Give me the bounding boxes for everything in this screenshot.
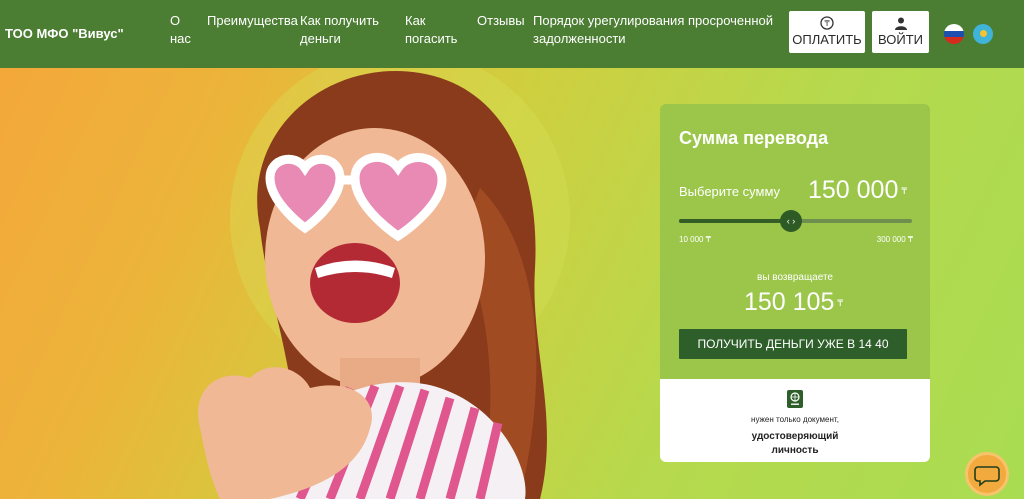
selected-amount-value: 150 000 (808, 176, 899, 204)
get-money-button[interactable]: ПОЛУЧИТЬ ДЕНЬГИ УЖЕ В 14 40 (679, 329, 907, 359)
nav-how-to-repay-line1: Как (405, 13, 426, 28)
nav-how-to-get-line2: деньги (300, 31, 341, 46)
nav-reviews[interactable]: Отзывы (477, 12, 525, 30)
pay-button[interactable]: ₸ ОПЛАТИТЬ (789, 11, 865, 53)
loan-calculator-card: Сумма перевода Выберите сумму 150 000 ₸ ‹… (660, 104, 930, 462)
document-required: удостоверяющий личность (660, 430, 930, 458)
chat-button[interactable] (965, 452, 1009, 496)
nav-reviews-line1: Отзывы (477, 13, 525, 28)
passport-icon (787, 390, 803, 408)
nav-overdue-debt-line1: Порядок урегулирования просроченной (533, 13, 773, 28)
nav-advantages-line1: Преимущества (207, 13, 298, 28)
site-header: ТОО МФО "Вивус" О нас Преимущества Как п… (0, 0, 1024, 68)
login-button-label: ВОЙТИ (878, 32, 923, 47)
return-amount: 150 105 ₸ (744, 288, 843, 317)
amount-slider[interactable]: ‹ › (679, 210, 912, 232)
login-button[interactable]: ВОЙТИ (872, 11, 929, 53)
document-required-line2: личность (771, 445, 819, 456)
document-info: нужен только документ, удостоверяющий ли… (660, 379, 930, 462)
nav-how-to-repay-line2: погасить (405, 31, 458, 46)
calculator-title: Сумма перевода (679, 128, 829, 148)
nav-advantages[interactable]: Преимущества (207, 12, 298, 30)
currency-symbol: ₸ (901, 185, 908, 196)
nav-about[interactable]: О нас (170, 12, 191, 48)
nav-how-to-get-line1: Как получить (300, 13, 379, 28)
payment-icon: ₸ (820, 16, 834, 30)
svg-text:₸: ₸ (824, 19, 830, 28)
nav-overdue-debt-line2: задолженности (533, 31, 626, 46)
hero-girl-image (198, 68, 570, 499)
slider-min-label: 10 000 ₸ (679, 235, 711, 244)
ru-flag-icon[interactable] (944, 24, 964, 44)
nav-about-line1: О (170, 13, 181, 28)
slider-fill (679, 219, 791, 223)
selected-amount: 150 000 ₸ (808, 176, 907, 205)
kz-flag-icon[interactable] (973, 24, 993, 44)
return-label: вы возвращаете (757, 272, 833, 283)
user-icon (894, 17, 907, 30)
nav-how-to-get[interactable]: Как получить деньги (300, 12, 379, 48)
document-note: нужен только документ, (751, 415, 839, 424)
choose-amount-label: Выберите сумму (679, 184, 781, 199)
return-currency-symbol: ₸ (837, 297, 844, 308)
chat-bubble-icon (974, 466, 1000, 487)
pay-button-label: ОПЛАТИТЬ (792, 32, 862, 47)
document-required-line1: удостоверяющий (751, 431, 839, 442)
site-logo[interactable]: ТОО МФО "Вивус" (5, 26, 124, 41)
slider-max-label: 300 000 ₸ (876, 235, 913, 244)
nav-overdue-debt[interactable]: Порядок урегулирования просроченной задо… (533, 12, 773, 48)
nav-about-line2: нас (170, 31, 191, 46)
return-amount-value: 150 105 (744, 288, 835, 316)
nav-how-to-repay[interactable]: Как погасить (405, 12, 457, 48)
slider-handle-icon[interactable]: ‹ › (780, 210, 802, 232)
